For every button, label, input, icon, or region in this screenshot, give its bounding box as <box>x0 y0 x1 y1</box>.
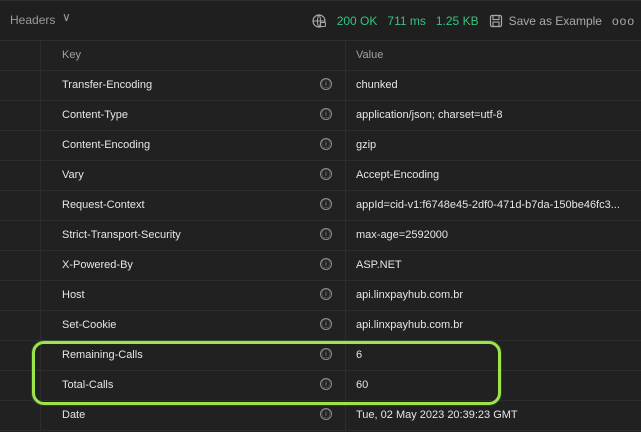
row-gutter <box>0 281 41 310</box>
column-divider <box>345 161 346 190</box>
row-gutter <box>0 41 41 70</box>
row-gutter <box>0 71 41 100</box>
globe-icon <box>312 14 326 28</box>
column-header-value: Value <box>356 49 384 61</box>
column-divider <box>345 71 346 100</box>
info-icon[interactable]: ⓘ <box>320 378 332 390</box>
header-key[interactable]: X-Powered-By <box>62 259 133 271</box>
row-gutter <box>0 221 41 250</box>
row-gutter <box>0 401 41 430</box>
column-header-key: Key <box>62 49 81 61</box>
row-gutter <box>0 131 41 160</box>
header-value[interactable]: max-age=2592000 <box>356 229 631 241</box>
column-divider <box>345 221 346 250</box>
row-gutter <box>0 371 41 400</box>
header-key[interactable]: Strict-Transport-Security <box>62 229 181 241</box>
column-divider <box>345 311 346 340</box>
table-row: Request-Context ⓘ appId=cid-v1:f6748e45-… <box>0 191 641 221</box>
header-value[interactable]: api.linxpayhub.com.br <box>356 319 631 331</box>
header-key[interactable]: Set-Cookie <box>62 319 116 331</box>
info-icon[interactable]: ⓘ <box>320 198 332 210</box>
row-gutter <box>0 341 41 370</box>
table-row: Remaining-Calls ⓘ 6 <box>0 341 641 371</box>
row-gutter <box>0 191 41 220</box>
headers-title[interactable]: Headers <box>10 13 55 27</box>
column-divider <box>345 41 346 70</box>
save-as-example-button[interactable]: Save as Example <box>489 14 602 28</box>
header-value[interactable]: Tue, 02 May 2023 20:39:23 GMT <box>356 409 631 421</box>
table-row: Set-Cookie ⓘ api.linxpayhub.com.br <box>0 311 641 341</box>
info-icon[interactable]: ⓘ <box>320 78 332 90</box>
header-value[interactable]: appId=cid-v1:f6748e45-2df0-471d-b7da-150… <box>356 199 631 211</box>
table-row: Vary ⓘ Accept-Encoding <box>0 161 641 191</box>
response-meta: 200 OK 711 ms 1.25 KB Save as Example oo… <box>311 11 635 31</box>
header-value[interactable]: chunked <box>356 79 631 91</box>
table-row: Total-Calls ⓘ 60 <box>0 371 641 401</box>
table-row: Host ⓘ api.linxpayhub.com.br <box>0 281 641 311</box>
response-toolbar: Headers ∨ 200 OK 711 ms 1.25 KB Save as … <box>0 1 641 41</box>
header-key[interactable]: Content-Encoding <box>62 139 150 151</box>
info-icon[interactable]: ⓘ <box>320 228 332 240</box>
save-as-example-label: Save as Example <box>508 14 602 28</box>
row-gutter <box>0 161 41 190</box>
row-gutter <box>0 251 41 280</box>
table-row: Strict-Transport-Security ⓘ max-age=2592… <box>0 221 641 251</box>
row-gutter <box>0 311 41 340</box>
header-value[interactable]: Accept-Encoding <box>356 169 631 181</box>
table-header-row: Key Value <box>0 41 641 71</box>
header-value[interactable]: 60 <box>356 379 631 391</box>
chevron-down-icon[interactable]: ∨ <box>62 10 71 24</box>
info-icon[interactable]: ⓘ <box>320 168 332 180</box>
column-divider <box>345 341 346 370</box>
response-size[interactable]: 1.25 KB <box>436 14 479 28</box>
header-key[interactable]: Transfer-Encoding <box>62 79 152 91</box>
more-options-icon[interactable]: ooo <box>612 14 635 28</box>
header-value[interactable]: 6 <box>356 349 631 361</box>
header-value[interactable]: ASP.NET <box>356 259 631 271</box>
table-row: X-Powered-By ⓘ ASP.NET <box>0 251 641 281</box>
table-row: Transfer-Encoding ⓘ chunked <box>0 71 641 101</box>
header-value[interactable]: api.linxpayhub.com.br <box>356 289 631 301</box>
info-icon[interactable]: ⓘ <box>320 258 332 270</box>
header-key[interactable]: Remaining-Calls <box>62 349 143 361</box>
response-headers-panel: Headers ∨ 200 OK 711 ms 1.25 KB Save as … <box>0 0 641 431</box>
header-key[interactable]: Content-Type <box>62 109 128 121</box>
header-key[interactable]: Total-Calls <box>62 379 113 391</box>
column-divider <box>345 281 346 310</box>
header-key[interactable]: Vary <box>62 169 84 181</box>
headers-table: Key Value Transfer-Encoding ⓘ chunked Co… <box>0 41 641 432</box>
column-divider <box>345 251 346 280</box>
info-icon[interactable]: ⓘ <box>320 348 332 360</box>
table-row: Content-Type ⓘ application/json; charset… <box>0 101 641 131</box>
info-icon[interactable]: ⓘ <box>320 108 332 120</box>
table-row: Content-Encoding ⓘ gzip <box>0 131 641 161</box>
header-value[interactable]: application/json; charset=utf-8 <box>356 109 631 121</box>
header-key[interactable]: Date <box>62 409 85 421</box>
info-icon[interactable]: ⓘ <box>320 288 332 300</box>
network-icon[interactable] <box>311 13 327 29</box>
info-icon[interactable]: ⓘ <box>320 318 332 330</box>
info-icon[interactable]: ⓘ <box>320 408 332 420</box>
column-divider <box>345 401 346 430</box>
row-gutter <box>0 101 41 130</box>
header-key[interactable]: Host <box>62 289 85 301</box>
column-divider <box>345 191 346 220</box>
header-key[interactable]: Request-Context <box>62 199 145 211</box>
column-divider <box>345 371 346 400</box>
save-icon <box>489 14 502 28</box>
table-row: Date ⓘ Tue, 02 May 2023 20:39:23 GMT <box>0 401 641 431</box>
status-code[interactable]: 200 OK <box>337 14 378 28</box>
column-divider <box>345 131 346 160</box>
response-time[interactable]: 711 ms <box>387 14 425 28</box>
column-divider <box>345 101 346 130</box>
info-icon[interactable]: ⓘ <box>320 138 332 150</box>
header-value[interactable]: gzip <box>356 139 631 151</box>
